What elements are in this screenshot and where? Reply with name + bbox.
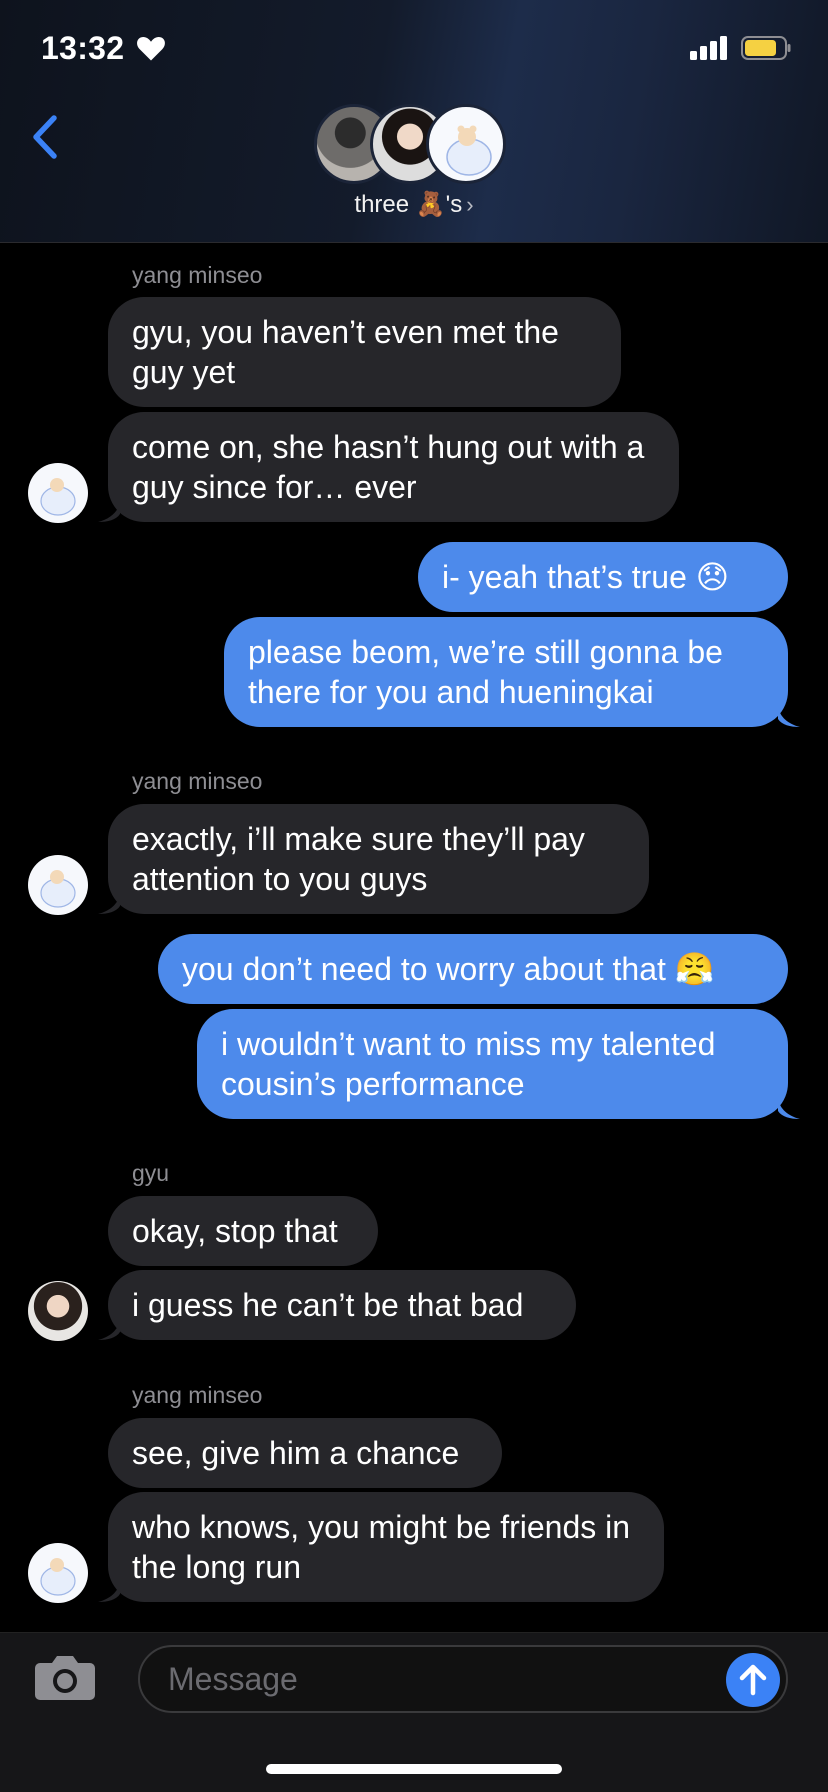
sender-avatar[interactable] (28, 463, 88, 523)
message-bubble[interactable]: i wouldn’t want to miss my talented cous… (197, 1009, 788, 1119)
sender-name: yang minseo (132, 1382, 263, 1408)
message-bubble[interactable]: please beom, we’re still gonna be there … (224, 617, 788, 727)
message-bubble[interactable]: you don’t need to worry about that 😤 (158, 934, 788, 1004)
message-bubble[interactable]: i- yeah that’s true 😞 (418, 542, 788, 612)
sender-avatar[interactable] (28, 1543, 88, 1603)
message-bubble[interactable]: gyu, you haven’t even met the guy yet (108, 297, 621, 407)
bubble-tail (98, 1320, 120, 1340)
chevron-right-icon: › (466, 192, 474, 217)
message-bubble[interactable]: i guess he can’t be that bad (108, 1270, 576, 1340)
conversation-header: 13:32 three 🧸's › (0, 0, 828, 243)
back-chevron-icon[interactable] (28, 112, 62, 162)
signal-icon (690, 36, 727, 60)
heart-icon (137, 36, 165, 61)
sender-avatar[interactable] (28, 1281, 88, 1341)
sender-name: yang minseo (132, 262, 263, 288)
bubble-tail (98, 1582, 120, 1602)
message-bubble[interactable]: okay, stop that (108, 1196, 378, 1266)
camera-icon[interactable] (34, 1653, 96, 1701)
battery-icon (741, 36, 791, 60)
bubble-tail (778, 1099, 800, 1119)
message-bubble[interactable]: who knows, you might be friends in the l… (108, 1492, 664, 1602)
message-bubble[interactable]: exactly, i’ll make sure they’ll pay atte… (108, 804, 649, 914)
arrow-up-icon (739, 1664, 767, 1696)
send-button[interactable] (726, 1653, 780, 1707)
group-name[interactable]: three 🧸's › (0, 190, 828, 219)
status-time: 13:32 (41, 30, 125, 66)
message-bubble[interactable]: come on, she hasn’t hung out with a guy … (108, 412, 679, 522)
message-input[interactable]: Message (138, 1645, 788, 1713)
bubble-tail (98, 894, 120, 914)
sender-name: gyu (132, 1160, 170, 1186)
bubble-tail (98, 502, 120, 522)
bubble-tail (778, 707, 800, 727)
sender-avatar[interactable] (28, 855, 88, 915)
message-bubble[interactable]: see, give him a chance (108, 1418, 502, 1488)
message-placeholder: Message (168, 1661, 298, 1697)
member-avatar (426, 104, 506, 184)
home-indicator[interactable] (266, 1764, 562, 1774)
group-name-label: three 🧸's (354, 191, 463, 218)
group-avatars[interactable] (314, 104, 514, 184)
sender-name: yang minseo (132, 768, 263, 794)
